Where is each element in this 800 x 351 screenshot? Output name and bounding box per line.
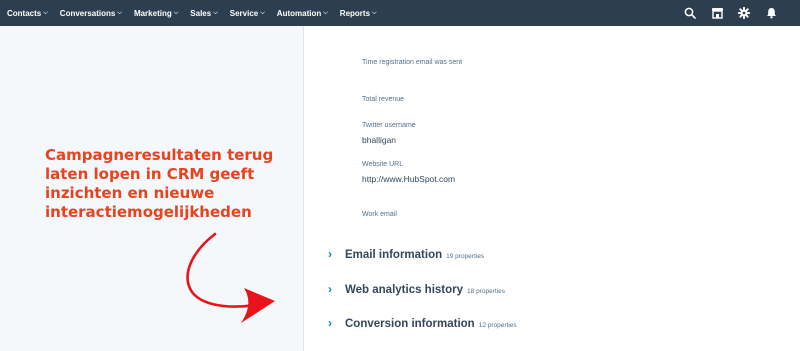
nav-item-reports[interactable]: Reports ⌵ — [340, 9, 377, 18]
nav-item-contacts[interactable]: Contacts ⌵ — [7, 9, 48, 18]
property-website-url[interactable]: Website URL http://www.HubSpot.com — [362, 161, 455, 184]
chevron-right-icon: › — [328, 282, 332, 296]
property-label: Website URL — [362, 161, 404, 168]
property-label: Work email — [362, 211, 397, 218]
property-time-registration-email: Time registration email was sent — [362, 59, 462, 66]
nav-item-label: Contacts — [7, 8, 42, 18]
nav-item-conversations[interactable]: Conversations ⌵ — [60, 9, 122, 18]
settings-gear-icon[interactable] — [737, 6, 751, 20]
section-property-count: 18 properties — [467, 288, 505, 295]
property-work-email[interactable]: Work email — [362, 211, 397, 218]
property-twitter-username[interactable]: Twitter username bhalligan — [362, 122, 416, 145]
chevron-down-icon: ⌵ — [173, 9, 179, 16]
top-navigation-bar: Contacts ⌵ Conversations ⌵ Marketing ⌵ S… — [0, 0, 800, 26]
nav-item-automation[interactable]: Automation ⌵ — [277, 9, 328, 18]
section-property-count: 12 properties — [478, 322, 517, 329]
chevron-down-icon: ⌵ — [323, 9, 328, 16]
search-icon[interactable] — [683, 6, 697, 20]
chevron-down-icon: ⌵ — [213, 9, 218, 16]
chevron-right-icon: › — [328, 316, 332, 330]
nav-item-label: Reports — [339, 8, 371, 18]
marketplace-icon[interactable] — [710, 6, 724, 20]
chevron-down-icon: ⌵ — [372, 9, 377, 16]
section-email-information[interactable]: › Email information 19 properties — [328, 247, 484, 261]
section-conversion-information[interactable]: › Conversion information 12 properties — [328, 316, 517, 330]
chevron-down-icon: ⌵ — [43, 9, 48, 16]
section-title: Email information — [345, 249, 443, 261]
property-label: Time registration email was sent — [362, 59, 463, 66]
section-title: Conversion information — [345, 318, 475, 330]
section-property-count: 19 properties — [446, 253, 485, 260]
section-title: Web analytics history — [345, 284, 464, 296]
section-web-analytics-history[interactable]: › Web analytics history 18 properties — [328, 282, 505, 296]
chevron-down-icon: ⌵ — [117, 9, 122, 16]
nav-item-label: Marketing — [133, 8, 172, 18]
chevron-down-icon: ⌵ — [260, 9, 265, 16]
property-label: Twitter username — [362, 122, 416, 129]
property-total-revenue[interactable]: Total revenue — [362, 96, 404, 103]
notifications-bell-icon[interactable] — [764, 6, 778, 20]
nav-utility-icons — [670, 0, 778, 26]
nav-item-sales[interactable]: Sales ⌵ — [190, 9, 217, 18]
property-label: Total revenue — [362, 96, 405, 103]
property-value: bhalligan — [362, 135, 397, 145]
nav-item-service[interactable]: Service ⌵ — [230, 9, 265, 18]
nav-item-label: Service — [229, 8, 259, 18]
nav-item-marketing[interactable]: Marketing ⌵ — [134, 9, 178, 18]
chevron-right-icon: › — [328, 247, 332, 261]
nav-item-label: Automation — [276, 8, 322, 18]
nav-item-label: Conversations — [59, 8, 116, 18]
nav-item-label: Sales — [190, 8, 212, 18]
callout-text: Campagneresultaten terug laten lopen in … — [45, 146, 274, 221]
red-curved-arrow-icon — [186, 232, 275, 323]
property-value: http://www.HubSpot.com — [362, 174, 456, 184]
contact-properties-panel: Time registration email was sent Total r… — [304, 26, 800, 351]
